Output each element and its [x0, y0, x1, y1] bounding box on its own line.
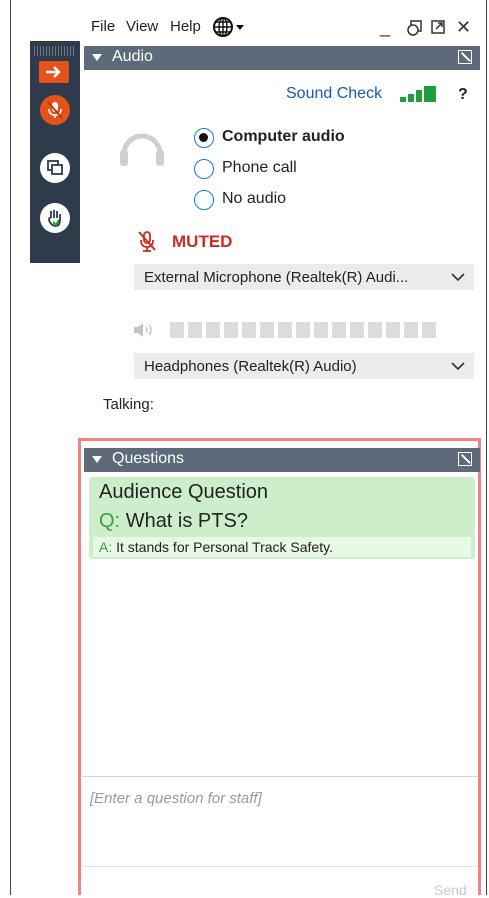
- expand-button[interactable]: [430, 19, 446, 40]
- headset-icon: [120, 133, 164, 166]
- raise-hand-icon: [48, 210, 61, 227]
- speaker-icon: [134, 323, 152, 337]
- microphone-muted-icon: [47, 101, 63, 119]
- microphone-value: External Microphone (Realtek(R) Audi...: [144, 269, 409, 286]
- sound-check-link[interactable]: Sound Check: [286, 85, 382, 103]
- menu-view[interactable]: View: [126, 18, 158, 35]
- signal-bars-icon: [400, 86, 440, 102]
- question-text: What is PTS?: [125, 510, 248, 532]
- close-button[interactable]: ✕: [456, 17, 471, 38]
- globe-icon: [213, 17, 244, 37]
- menu-help[interactable]: Help: [170, 18, 201, 35]
- collapse-panel-button[interactable]: [39, 61, 69, 83]
- expand-icon: [431, 20, 445, 34]
- answer-prefix: A:: [99, 539, 113, 555]
- radio-phone-call[interactable]: [194, 159, 214, 179]
- questions-panel-header[interactable]: Questions: [84, 448, 480, 472]
- raise-hand-button[interactable]: [38, 201, 72, 235]
- question-prefix: Q:: [99, 510, 121, 532]
- send-button[interactable]: Send: [434, 882, 467, 898]
- microphone-muted-icon[interactable]: [136, 229, 158, 253]
- pip-icon: [407, 20, 422, 36]
- window-border-right: [486, 0, 487, 895]
- input-bottom-divider: [82, 866, 478, 867]
- collapse-triangle-icon: [92, 456, 102, 463]
- radio-no-audio[interactable]: [194, 190, 214, 210]
- window-border-left: [10, 0, 11, 895]
- no-audio-label[interactable]: No audio: [222, 190, 286, 208]
- speaker-level-meter: [170, 322, 450, 338]
- minimize-button[interactable]: _: [380, 17, 390, 38]
- control-strip: [30, 41, 80, 263]
- muted-label: MUTED: [172, 232, 233, 251]
- language-menu[interactable]: [212, 16, 246, 42]
- questions-panel-title: Questions: [112, 450, 185, 467]
- menu-bar: File View Help _ ✕: [84, 13, 480, 43]
- question-text-row: Q: What is PTS?: [99, 510, 248, 533]
- answer-row: A: It stands for Personal Track Safety.: [93, 537, 471, 557]
- audio-panel-header[interactable]: Audio: [84, 46, 480, 70]
- speaker-value: Headphones (Realtek(R) Audio): [144, 358, 357, 375]
- mute-button[interactable]: [38, 93, 72, 127]
- drag-grip[interactable]: [34, 46, 76, 56]
- help-icon[interactable]: ?: [458, 86, 468, 104]
- screen-share-button[interactable]: [38, 151, 72, 185]
- collapse-triangle-icon: [92, 54, 102, 61]
- chevron-down-icon: [451, 273, 465, 282]
- input-divider: [82, 776, 478, 777]
- answer-text: It stands for Personal Track Safety.: [116, 539, 333, 555]
- speaker-select[interactable]: Headphones (Realtek(R) Audio): [134, 353, 474, 379]
- computer-audio-label[interactable]: Computer audio: [222, 128, 345, 146]
- question-item[interactable]: Audience Question Q: What is PTS? A: It …: [89, 477, 475, 559]
- microphone-select[interactable]: External Microphone (Realtek(R) Audi...: [134, 264, 474, 290]
- menu-file[interactable]: File: [91, 18, 115, 35]
- audio-panel-title: Audio: [112, 48, 153, 65]
- screen-share-icon: [47, 160, 63, 175]
- arrow-right-icon: [46, 66, 61, 78]
- talking-label: Talking:: [103, 396, 154, 413]
- question-title: Audience Question: [99, 481, 269, 503]
- float-window-button[interactable]: [406, 19, 424, 42]
- phone-call-label[interactable]: Phone call: [222, 159, 297, 177]
- question-input[interactable]: [90, 786, 470, 810]
- radio-computer-audio[interactable]: [194, 128, 214, 148]
- popout-icon[interactable]: [458, 452, 472, 466]
- popout-icon[interactable]: [458, 50, 472, 64]
- chevron-down-icon: [451, 362, 465, 371]
